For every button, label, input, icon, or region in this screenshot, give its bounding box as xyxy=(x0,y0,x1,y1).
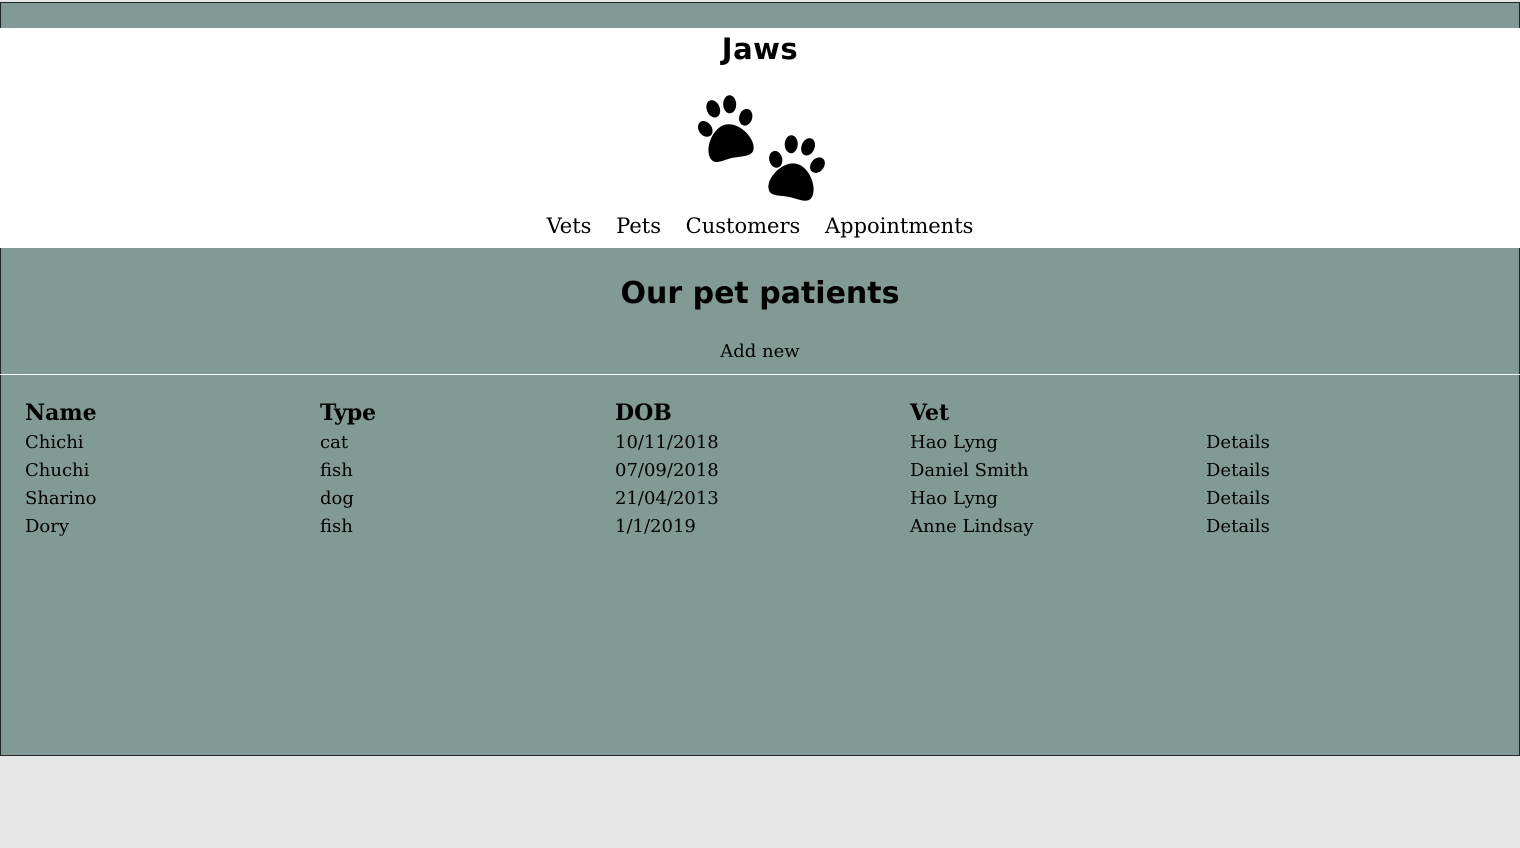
pet-name: Chichi xyxy=(25,432,84,453)
paw-print-icon xyxy=(768,135,825,201)
nav-item-vets[interactable]: Vets xyxy=(547,214,592,238)
column-header-name: Name xyxy=(25,400,97,426)
page: Jaws Vets Pets Customers Appointments Ou… xyxy=(0,0,1520,848)
pet-type: fish xyxy=(320,460,353,481)
column-header-type: Type xyxy=(320,400,377,426)
table-header-row: Name Type DOB Vet xyxy=(25,400,1495,432)
pet-type: cat xyxy=(320,432,349,453)
nav-item-appointments[interactable]: Appointments xyxy=(825,214,973,238)
nav-item-customers[interactable]: Customers xyxy=(686,214,801,238)
nav-item-pets[interactable]: Pets xyxy=(616,214,661,238)
pet-type: dog xyxy=(320,488,354,509)
details-link[interactable]: Details xyxy=(1206,488,1270,509)
main-nav: Vets Pets Customers Appointments xyxy=(0,214,1520,238)
pet-dob: 21/04/2013 xyxy=(615,488,719,509)
pet-vet: Hao Lyng xyxy=(910,432,998,453)
pet-dob: 1/1/2019 xyxy=(615,516,696,537)
table-row: Dory fish 1/1/2019 Anne Lindsay Details xyxy=(25,516,1495,544)
paw-prints-icon xyxy=(697,95,825,201)
column-header-dob: DOB xyxy=(615,400,672,426)
details-link[interactable]: Details xyxy=(1206,432,1270,453)
pet-dob: 07/09/2018 xyxy=(615,460,719,481)
pet-vet: Anne Lindsay xyxy=(910,516,1034,537)
pet-name: Dory xyxy=(25,516,70,537)
table-row: Chichi cat 10/11/2018 Hao Lyng Details xyxy=(25,432,1495,460)
column-header-vet: Vet xyxy=(910,400,950,426)
pet-vet: Daniel Smith xyxy=(910,460,1029,481)
table-row: Chuchi fish 07/09/2018 Daniel Smith Deta… xyxy=(25,460,1495,488)
divider xyxy=(0,374,1520,375)
table-row: Sharino dog 21/04/2013 Hao Lyng Details xyxy=(25,488,1495,516)
details-link[interactable]: Details xyxy=(1206,460,1270,481)
site-header: Jaws Vets Pets Customers Appointments xyxy=(0,28,1520,248)
pet-name: Chuchi xyxy=(25,460,90,481)
add-new-link[interactable]: Add new xyxy=(0,341,1520,362)
pet-vet: Hao Lyng xyxy=(910,488,998,509)
pet-dob: 10/11/2018 xyxy=(615,432,719,453)
page-title: Our pet patients xyxy=(620,276,900,311)
brand-title: Jaws xyxy=(721,32,799,66)
pet-type: fish xyxy=(320,516,353,537)
pets-table: Name Type DOB Vet Chichi cat 10/11/2018 … xyxy=(25,400,1495,544)
pet-name: Sharino xyxy=(25,488,97,509)
paw-print-icon xyxy=(697,95,754,162)
details-link[interactable]: Details xyxy=(1206,516,1270,537)
